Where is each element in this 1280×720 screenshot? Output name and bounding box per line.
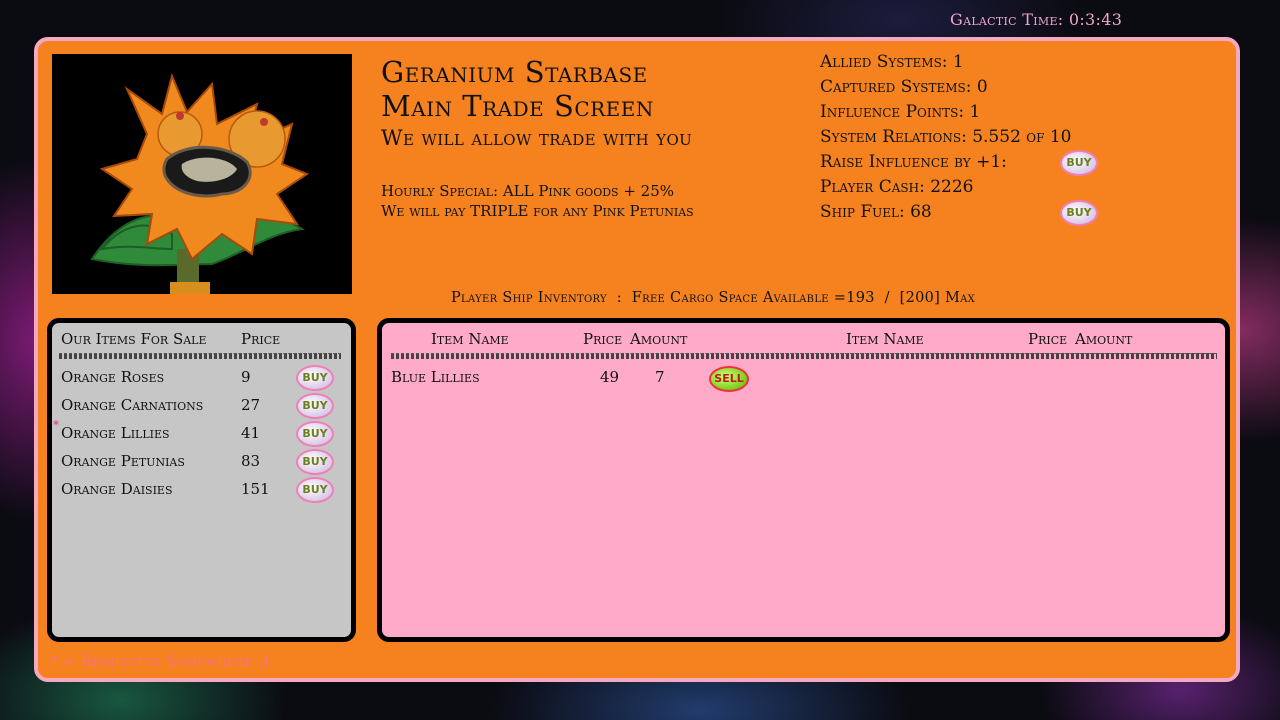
sale-item-price: 83 bbox=[241, 452, 261, 470]
relation-text: We will allow trade with you bbox=[381, 126, 693, 150]
list-item: Orange Roses 9 BUY bbox=[52, 365, 352, 393]
items-for-sale-panel: Our Items For Sale Price Orange Roses 9 … bbox=[47, 318, 356, 642]
col-header-inv-price-2: Price bbox=[1028, 330, 1068, 348]
header-divider bbox=[391, 353, 1217, 359]
station-name: Geranium Starbase bbox=[381, 55, 648, 89]
buy-fuel-button[interactable]: BUY bbox=[1060, 200, 1098, 226]
orange-flower-creature-icon bbox=[90, 72, 310, 294]
raise-influence-label: Raise Influence by +1: bbox=[820, 152, 1007, 172]
requested-legend: * = Requested Somewhere :) bbox=[50, 652, 270, 670]
allied-systems: Allied Systems: 1 bbox=[820, 52, 964, 72]
col-header-inv-price: Price bbox=[583, 330, 623, 348]
buy-item-button[interactable]: BUY bbox=[296, 449, 334, 475]
player-stats: Allied Systems: 1 Captured Systems: 0 In… bbox=[820, 50, 1098, 226]
header-divider bbox=[59, 353, 341, 359]
hourly-special: Hourly Special: ALL Pink goods + 25% We … bbox=[381, 181, 694, 221]
sale-item-price: 9 bbox=[241, 368, 251, 386]
buy-item-button[interactable]: BUY bbox=[296, 393, 334, 419]
buy-influence-button[interactable]: BUY bbox=[1060, 150, 1098, 176]
col-header-sale-item: Our Items For Sale bbox=[61, 330, 207, 348]
list-item: Orange Carnations 27 BUY bbox=[52, 393, 352, 421]
sale-item-name: Orange Lillies bbox=[61, 424, 170, 442]
sale-item-name: Orange Petunias bbox=[61, 452, 185, 470]
sale-item-name: Orange Carnations bbox=[61, 396, 204, 414]
list-item: Blue Lillies 49 7 SELL bbox=[382, 365, 782, 393]
station-portrait bbox=[52, 54, 352, 294]
special-line-2: We will pay TRIPLE for any Pink Petunias bbox=[381, 202, 694, 220]
system-relations: System Relations: 5.552 of 10 bbox=[820, 127, 1072, 147]
sale-item-name: Orange Daisies bbox=[61, 480, 173, 498]
sale-item-price: 27 bbox=[241, 396, 261, 414]
station-titles: Geranium Starbase Main Trade Screen We w… bbox=[381, 55, 692, 155]
sell-item-button[interactable]: SELL bbox=[709, 366, 749, 392]
inv-item-name: Blue Lillies bbox=[391, 368, 480, 386]
inventory-header: Player Ship Inventory : Free Cargo Space… bbox=[451, 290, 976, 306]
ship-fuel-row: Ship Fuel: 68 BUY bbox=[820, 200, 1098, 226]
list-item: Orange Daisies 151 BUY bbox=[52, 477, 352, 505]
player-cash: Player Cash: 2226 bbox=[820, 177, 974, 197]
col-header-inv-item: Item Name bbox=[431, 330, 509, 348]
buy-item-button[interactable]: BUY bbox=[296, 365, 334, 391]
list-item: Orange Petunias 83 BUY bbox=[52, 449, 352, 477]
influence-points: Influence Points: 1 bbox=[820, 102, 981, 122]
sale-item-name: Orange Roses bbox=[61, 368, 165, 386]
captured-systems: Captured Systems: 0 bbox=[820, 77, 988, 97]
inv-item-price: 49 bbox=[600, 368, 620, 386]
buy-item-button[interactable]: BUY bbox=[296, 421, 334, 447]
buy-item-button[interactable]: BUY bbox=[296, 477, 334, 503]
col-header-inv-amount: Amount bbox=[630, 330, 688, 348]
ship-inventory-panel: Item Name Price Amount Item Name Price A… bbox=[377, 318, 1230, 642]
list-item: * Orange Lillies 41 BUY bbox=[52, 418, 352, 449]
col-header-sale-price: Price bbox=[241, 330, 281, 348]
inv-item-amount: 7 bbox=[655, 368, 665, 386]
galactic-time: Galactic Time: 0:3:43 bbox=[950, 10, 1122, 29]
sale-item-price: 151 bbox=[241, 480, 270, 498]
raise-influence-row: Raise Influence by +1: BUY bbox=[820, 150, 1098, 176]
ship-fuel-label: Ship Fuel: 68 bbox=[820, 202, 932, 222]
col-header-inv-amount-2: Amount bbox=[1075, 330, 1133, 348]
special-line-1: Hourly Special: ALL Pink goods + 25% bbox=[381, 182, 675, 200]
galactic-time-label: Galactic Time: bbox=[950, 10, 1064, 29]
requested-marker: * bbox=[53, 418, 59, 432]
col-header-inv-item-2: Item Name bbox=[846, 330, 924, 348]
sale-item-price: 41 bbox=[241, 424, 261, 442]
screen-name: Main Trade Screen bbox=[381, 89, 654, 123]
galactic-time-value: 0:3:43 bbox=[1068, 10, 1123, 29]
